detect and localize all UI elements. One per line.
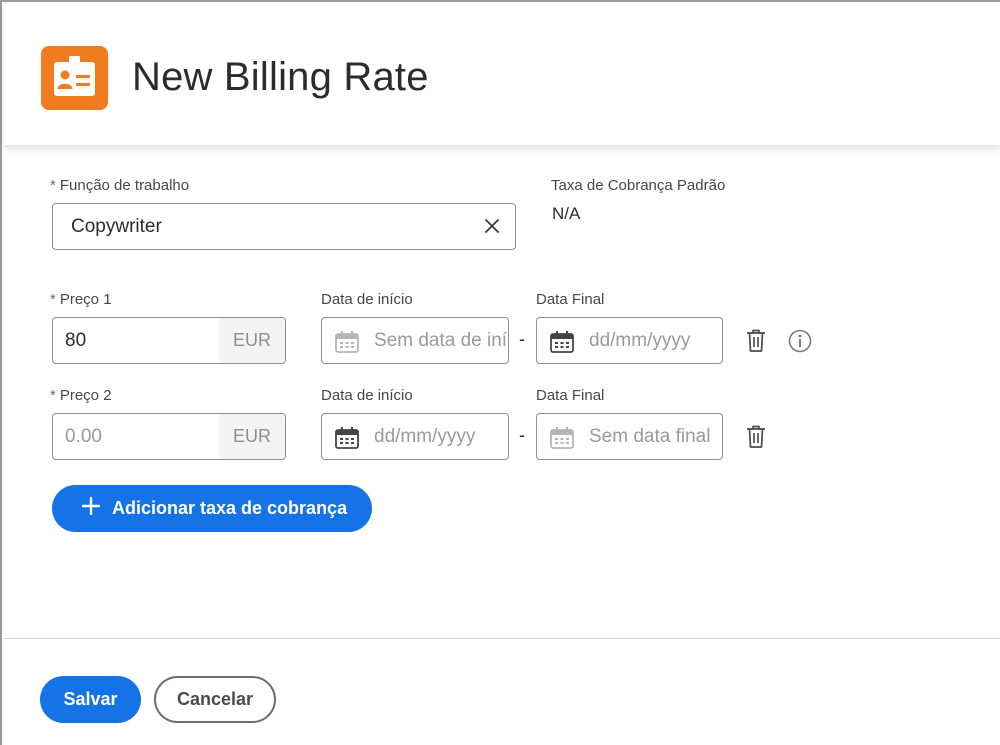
date-separator: - xyxy=(519,329,525,349)
end-date-2-label: Data Final xyxy=(536,387,605,404)
currency-badge: EUR xyxy=(219,318,285,363)
price-1-input[interactable]: 80 EUR xyxy=(52,317,286,364)
required-mark: * xyxy=(50,387,56,404)
price-1-value: 80 xyxy=(65,330,87,351)
add-billing-rate-label: Adicionar taxa de cobrança xyxy=(112,498,348,518)
end-date-2-input[interactable]: Sem data final xyxy=(536,413,723,460)
job-role-value: Copywriter xyxy=(71,216,162,237)
cancel-button[interactable]: Cancelar xyxy=(154,676,276,723)
default-rate-label: Taxa de Cobrança Padrão xyxy=(551,177,726,194)
plus-icon xyxy=(81,496,101,520)
start-date-1-input[interactable]: Sem data de início xyxy=(321,317,509,364)
price-2-input[interactable]: 0.00 EUR xyxy=(52,413,286,460)
end-date-1-label: Data Final xyxy=(536,291,605,308)
start-date-2-placeholder: dd/mm/yyyy xyxy=(374,426,476,447)
required-mark: * xyxy=(50,177,56,194)
end-date-1-input[interactable]: dd/mm/yyyy xyxy=(536,317,723,364)
calendar-icon[interactable] xyxy=(549,330,575,359)
price-2-label: * Preço 2 xyxy=(50,387,112,404)
dialog-header: New Billing Rate xyxy=(4,4,1000,146)
required-mark: * xyxy=(50,291,56,308)
footer-divider xyxy=(4,638,1000,639)
page-title: New Billing Rate xyxy=(132,55,429,99)
end-date-1-placeholder: dd/mm/yyyy xyxy=(589,330,691,351)
default-rate-value: N/A xyxy=(552,204,581,223)
end-date-2-placeholder: Sem data final xyxy=(589,426,711,447)
price-1-label: * Preço 1 xyxy=(50,291,112,308)
save-button[interactable]: Salvar xyxy=(40,676,141,723)
calendar-icon[interactable] xyxy=(549,426,575,455)
start-date-1-label: Data de início xyxy=(321,291,413,308)
calendar-icon[interactable] xyxy=(334,426,360,455)
job-role-label: * Função de trabalho xyxy=(50,177,190,194)
dialog: New Billing Rate * Função de trabalho Cop… xyxy=(0,0,1000,745)
date-separator: - xyxy=(519,425,525,445)
start-date-2-input[interactable]: dd/mm/yyyy xyxy=(321,413,509,460)
calendar-icon[interactable] xyxy=(334,330,360,359)
start-date-1-placeholder: Sem data de início xyxy=(374,330,508,351)
delete-rate-1-icon[interactable] xyxy=(746,329,766,358)
delete-rate-2-icon[interactable] xyxy=(746,425,766,454)
add-billing-rate-button[interactable]: Adicionar taxa de cobrança xyxy=(52,485,372,532)
currency-badge: EUR xyxy=(219,414,285,459)
id-badge-icon xyxy=(41,46,108,110)
price-2-placeholder: 0.00 xyxy=(65,426,102,447)
clear-icon[interactable] xyxy=(483,217,501,240)
job-role-field[interactable]: Copywriter xyxy=(52,203,516,250)
info-icon[interactable] xyxy=(788,329,812,358)
start-date-2-label: Data de início xyxy=(321,387,413,404)
